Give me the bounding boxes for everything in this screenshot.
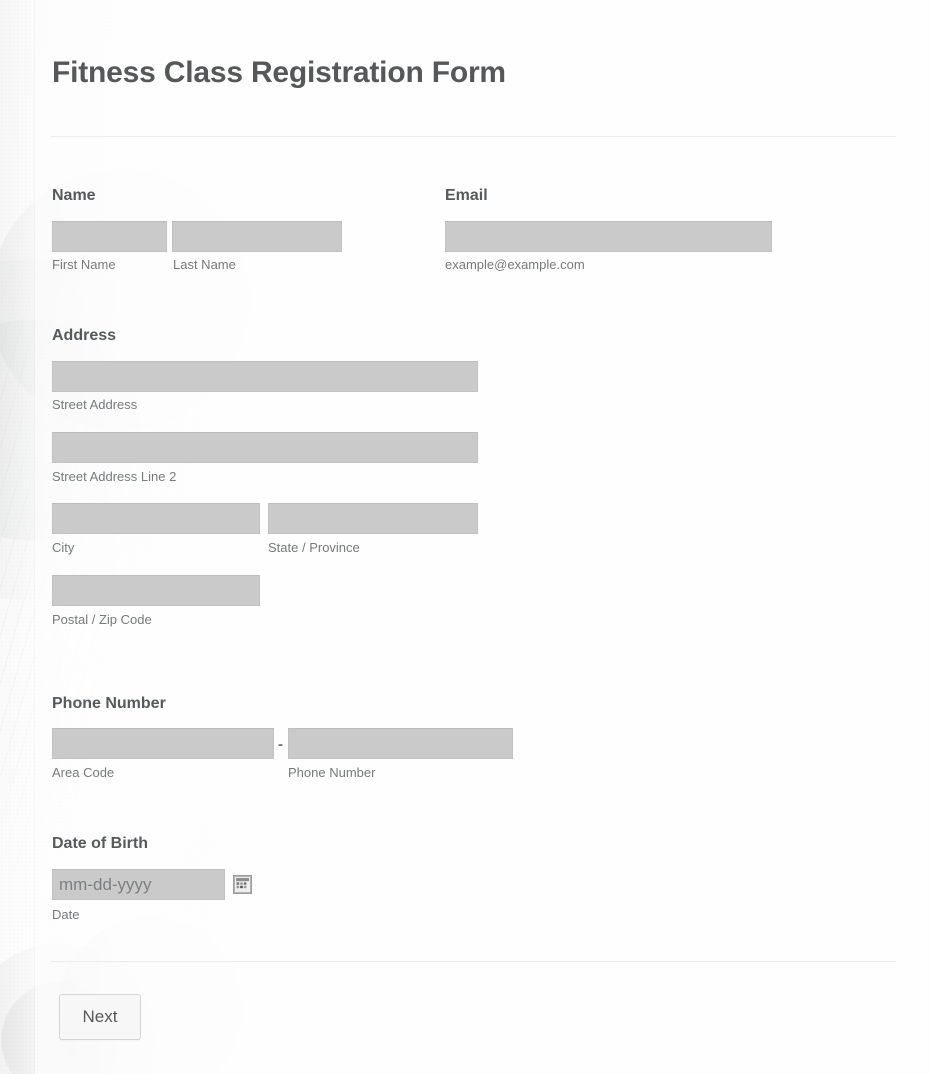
email-field-label: Email bbox=[445, 187, 488, 204]
email-sub-label: example@example.com bbox=[445, 257, 585, 272]
area-code-input[interactable] bbox=[52, 728, 274, 759]
last-name-sub-label: Last Name bbox=[173, 257, 236, 272]
page-title: Fitness Class Registration Form bbox=[52, 56, 506, 89]
state-province-input[interactable] bbox=[268, 503, 478, 534]
phone-number-field-label: Phone Number bbox=[52, 695, 166, 712]
street-address-input[interactable] bbox=[52, 361, 478, 392]
email-input[interactable] bbox=[445, 221, 772, 252]
street-address-line-2-sub-label: Street Address Line 2 bbox=[52, 469, 177, 484]
name-field-label: Name bbox=[52, 187, 96, 204]
calendar-icon[interactable] bbox=[233, 875, 252, 894]
city-sub-label: City bbox=[52, 540, 75, 555]
postal-zip-code-input[interactable] bbox=[52, 575, 260, 606]
street-address-line-2-input[interactable] bbox=[52, 432, 478, 463]
first-name-input[interactable] bbox=[52, 221, 167, 252]
address-field-label: Address bbox=[52, 327, 117, 344]
first-name-sub-label: First Name bbox=[52, 257, 116, 272]
footer-divider bbox=[51, 961, 896, 962]
next-button[interactable]: Next bbox=[59, 994, 141, 1040]
phone-number-sub-label: Phone Number bbox=[288, 765, 376, 780]
date-of-birth-input[interactable] bbox=[52, 869, 225, 900]
phone-number-input[interactable] bbox=[288, 728, 513, 759]
date-of-birth-field-label: Date of Birth bbox=[52, 835, 148, 852]
state-province-sub-label: State / Province bbox=[268, 540, 360, 555]
area-code-sub-label: Area Code bbox=[52, 765, 115, 780]
phone-separator-dash: - bbox=[278, 736, 283, 753]
registration-form-card: Fitness Class Registration Form Name Fir… bbox=[35, 0, 930, 1074]
city-input[interactable] bbox=[52, 503, 260, 534]
street-address-sub-label: Street Address bbox=[52, 397, 138, 412]
last-name-input[interactable] bbox=[172, 221, 342, 252]
header-divider bbox=[51, 136, 896, 137]
page-root: Fitness Class Registration Form Name Fir… bbox=[0, 0, 930, 1074]
postal-zip-code-sub-label: Postal / Zip Code bbox=[52, 612, 152, 627]
date-of-birth-sub-label: Date bbox=[52, 907, 80, 922]
